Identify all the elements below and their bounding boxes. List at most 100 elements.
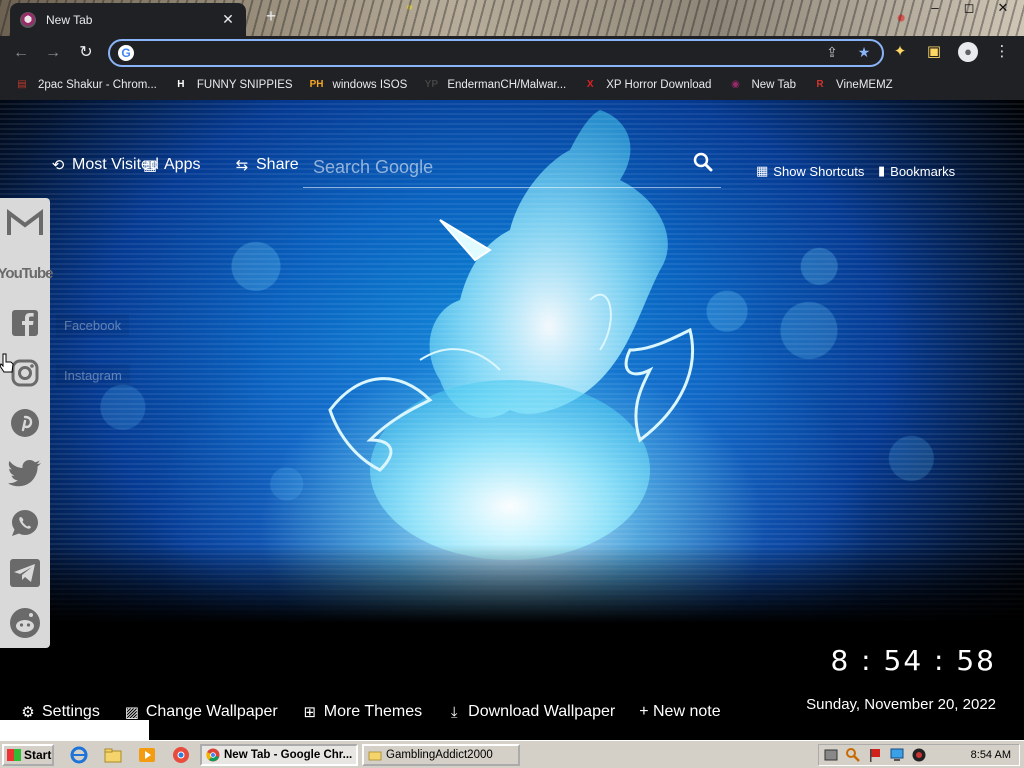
telegram-icon[interactable] <box>0 548 50 598</box>
gmail-icon[interactable] <box>0 198 50 248</box>
settings-button[interactable]: ⚙ Settings <box>20 703 100 721</box>
pinterest-icon[interactable] <box>0 398 50 448</box>
whatsapp-icon[interactable] <box>0 498 50 548</box>
bookmark-item[interactable]: R VineMEMZ <box>812 77 893 93</box>
clock-date: Sunday, November 20, 2022 <box>806 696 996 713</box>
bookmarks-button[interactable]: ▮ Bookmarks <box>878 163 955 179</box>
more-themes-button[interactable]: ⊞ More Themes <box>302 703 422 721</box>
apps-label: Apps <box>164 156 201 173</box>
twitter-icon[interactable] <box>0 448 50 498</box>
bookmark-label: FUNNY SNIPPIES <box>196 79 293 91</box>
bookmark-item[interactable]: ▤ 2pac Shakur - Chrom... <box>14 77 157 93</box>
bookmark-h-icon: H <box>177 79 185 90</box>
start-button[interactable]: Start <box>2 744 54 766</box>
facebook-tooltip: Facebook <box>56 314 130 337</box>
bookmark-x-icon: X <box>586 79 594 90</box>
browser-titlebar: New Tab ✕ + – ◻ ✕ <box>0 0 1024 36</box>
tray-network-icon[interactable] <box>823 747 839 763</box>
more-themes-label: More Themes <box>323 703 423 720</box>
taskbar-task-gambling[interactable]: GamblingAddict2000 <box>362 744 520 766</box>
reddit-icon[interactable] <box>0 598 50 648</box>
tab-close-icon[interactable]: ✕ <box>220 11 236 28</box>
bookmark-item[interactable]: X XP Horror Download <box>582 77 712 93</box>
bookmark-item[interactable]: PH windows ISOS <box>309 77 408 93</box>
bookmark-label: 2pac Shakur - Chrom... <box>38 79 157 91</box>
chrome-quicklaunch-icon[interactable] <box>172 746 190 764</box>
new-note-label: + New note <box>639 703 721 720</box>
history-icon: ⟲ <box>51 157 65 174</box>
tray-magnifier-icon[interactable] <box>845 747 861 763</box>
image-icon: ▨ <box>124 704 139 721</box>
facebook-icon[interactable] <box>0 298 50 348</box>
search-input[interactable] <box>313 152 683 182</box>
settings-label: Settings <box>42 703 100 720</box>
change-wallpaper-button[interactable]: ▨ Change Wallpaper <box>124 703 278 721</box>
bookmark-icon: ▮ <box>878 163 886 178</box>
youtube-wordmark: YouTube <box>0 264 53 282</box>
grid-icon: ▦ <box>756 163 769 178</box>
menu-kebab-icon[interactable]: ⋮ <box>992 42 1012 62</box>
bookmark-label: EndermanCH/Malwar... <box>447 79 567 91</box>
bookmark-label: windows ISOS <box>332 79 408 91</box>
side-panel-icon[interactable]: ▣ <box>924 42 944 62</box>
browser-toolbar: ← → ↻ G ⇪ ★ ✦ ▣ ● ⋮ <box>0 36 1024 70</box>
browser-tab[interactable]: New Tab ✕ <box>10 3 246 36</box>
back-icon[interactable]: ← <box>10 42 32 64</box>
tab-favicon-icon <box>20 11 36 28</box>
maximize-icon[interactable]: ◻ <box>962 0 976 16</box>
show-shortcuts-button[interactable]: ▦ Show Shortcuts <box>756 163 864 179</box>
bookmark-star-icon[interactable]: ★ <box>856 44 872 61</box>
bookmark-2pac-icon: ▤ <box>17 79 27 90</box>
google-g-icon: G <box>118 45 134 61</box>
bookmark-item[interactable]: ◉ New Tab <box>727 77 796 93</box>
folder-small-icon <box>368 751 382 761</box>
hand-cursor-icon <box>0 353 14 373</box>
download-wallpaper-button[interactable]: ⤓ Download Wallpaper <box>446 703 615 721</box>
change-wallpaper-label: Change Wallpaper <box>145 703 278 720</box>
reload-icon[interactable]: ↻ <box>75 42 97 64</box>
taskbar-task-gambling-label: GamblingAddict2000 <box>386 749 493 761</box>
minimize-icon[interactable]: – <box>928 0 942 16</box>
download-icon: ⤓ <box>450 703 458 721</box>
tray-speaker-icon[interactable] <box>911 747 927 763</box>
share-page-icon[interactable]: ⇪ <box>824 44 840 61</box>
start-label: Start <box>24 748 52 762</box>
bottom-toolbar: ⚙ Settings ▨ Change Wallpaper ⊞ More The… <box>20 703 720 721</box>
new-note-button[interactable]: + New note <box>639 703 720 721</box>
search-icon[interactable] <box>693 152 713 172</box>
close-window-icon[interactable]: ✕ <box>996 0 1010 16</box>
gear-icon: ⚙ <box>21 704 35 721</box>
bookmark-label: VineMEMZ <box>836 79 893 91</box>
bookmark-newtab-icon: ◉ <box>731 79 740 90</box>
windows-grid-icon: ⊞ <box>303 704 317 721</box>
apps-button[interactable]: ▦ Apps <box>142 156 201 174</box>
system-tray: 8:54 AM <box>818 744 1020 766</box>
tray-monitor-icon[interactable] <box>889 747 905 763</box>
bookmark-item[interactable]: H FUNNY SNIPPIES <box>173 77 293 93</box>
forward-icon[interactable]: → <box>42 42 64 64</box>
tray-clock: 8:54 AM <box>970 749 1011 761</box>
clock-time: 8 : 54 : 58 <box>830 644 996 677</box>
media-player-icon[interactable] <box>138 746 156 764</box>
apps-grid-icon: ▦ <box>142 157 158 174</box>
taskbar-task-chrome[interactable]: New Tab - Google Chr... <box>200 744 358 766</box>
youtube-icon[interactable]: YouTube <box>0 248 53 298</box>
address-input[interactable] <box>142 44 782 62</box>
new-tab-button[interactable]: + <box>262 6 280 27</box>
show-shortcuts-label: Show Shortcuts <box>773 163 865 179</box>
bookmarks-bar: ▤ 2pac Shakur - Chrom... H FUNNY SNIPPIES PH… <box>0 70 1024 100</box>
extensions-icon[interactable]: ✦ <box>890 42 910 62</box>
tray-flag-icon[interactable] <box>867 747 883 763</box>
white-bar <box>0 720 149 740</box>
profile-avatar-icon[interactable]: ● <box>958 42 978 62</box>
bookmark-ph-icon: PH <box>309 79 324 90</box>
share-button[interactable]: ⇆ Share <box>234 156 299 174</box>
bookmark-label: New Tab <box>751 79 797 91</box>
windows-flag-icon <box>7 749 21 761</box>
bookmark-item[interactable]: YP EndermanCH/Malwar... <box>423 77 567 93</box>
address-bar[interactable]: G ⇪ ★ <box>108 39 884 67</box>
new-tab-page: ⟲ Most Visited ▦ Apps ⇆ Share ▦ Show Sho… <box>0 100 1024 740</box>
internet-explorer-icon[interactable] <box>70 746 88 764</box>
share-icon: ⇆ <box>235 157 249 174</box>
folder-icon[interactable] <box>104 746 122 764</box>
